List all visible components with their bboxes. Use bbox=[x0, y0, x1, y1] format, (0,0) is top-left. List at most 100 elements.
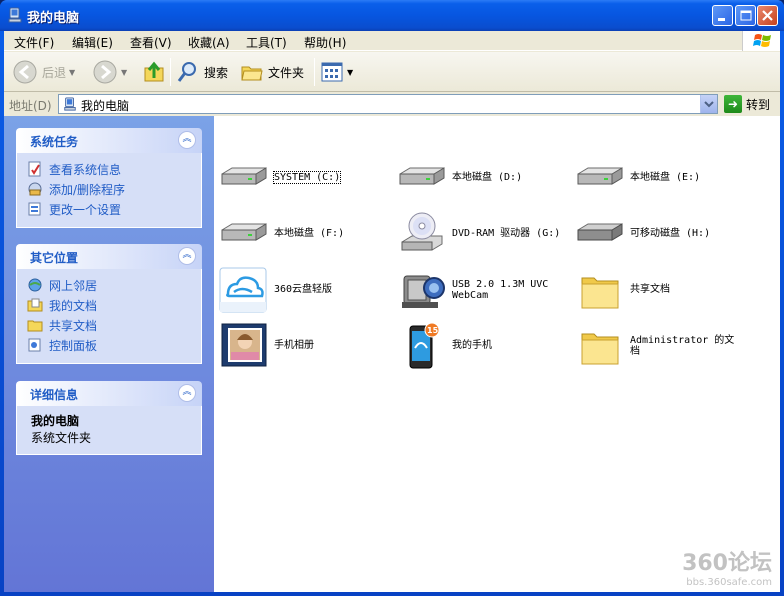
hard-disk-icon bbox=[221, 167, 267, 185]
watermark-url: bbs.360safe.com bbox=[686, 577, 772, 588]
webcam[interactable]: USB 2.0 1.3M UVC WebCam bbox=[396, 266, 574, 316]
place-network[interactable]: 网上邻居 bbox=[27, 275, 201, 295]
cloud-drive-icon bbox=[219, 267, 267, 313]
watermark-title: 360论坛 bbox=[682, 551, 772, 576]
place-control-panel[interactable]: 控制面板 bbox=[27, 335, 201, 355]
search-button[interactable]: 搜索 bbox=[176, 58, 228, 86]
item-label: 手机相册 bbox=[274, 340, 314, 351]
task-label: 控制面板 bbox=[49, 338, 98, 353]
hard-disk-icon bbox=[221, 223, 267, 241]
views-dropdown-icon[interactable]: ▼ bbox=[347, 68, 353, 77]
drive-d[interactable]: 本地磁盘 (D:) bbox=[396, 154, 574, 204]
close-button[interactable] bbox=[757, 5, 778, 26]
menu-view[interactable]: 查看(V) bbox=[126, 33, 176, 52]
task-add-remove-programs[interactable]: 添加/删除程序 bbox=[27, 179, 201, 199]
phone-album[interactable]: 手机相册 bbox=[218, 322, 396, 372]
back-dropdown-icon[interactable]: ▼ bbox=[69, 68, 75, 77]
drive-f[interactable]: 本地磁盘 (F:) bbox=[218, 210, 396, 260]
my-documents-icon bbox=[27, 298, 43, 312]
explorer-window: 我的电脑 文件(F) 编辑(E) 查看(V) 收藏(A) 工具(T) 帮助(H) bbox=[0, 0, 784, 596]
details-panel: 详细信息 ︽ 我的电脑 系统文件夹 bbox=[16, 381, 202, 455]
menu-bar: 文件(F) 编辑(E) 查看(V) 收藏(A) 工具(T) 帮助(H) bbox=[4, 31, 780, 51]
system-tasks-header[interactable]: 系统任务 ︽ bbox=[16, 128, 202, 153]
my-phone[interactable]: 15 我的手机 bbox=[396, 322, 574, 372]
hard-disk-icon bbox=[399, 167, 445, 185]
go-arrow-icon: ➜ bbox=[724, 95, 742, 113]
other-places-header[interactable]: 其它位置 ︽ bbox=[16, 244, 202, 269]
folder-icon bbox=[581, 333, 619, 365]
toolbar-separator bbox=[314, 58, 315, 86]
drive-c[interactable]: SYSTEM (C:) bbox=[218, 154, 396, 204]
removable-disk-icon bbox=[577, 223, 623, 241]
search-icon bbox=[177, 62, 196, 82]
collapse-icon[interactable]: ︽ bbox=[178, 384, 196, 402]
drive-g[interactable]: DVD-RAM 驱动器 (G:) bbox=[396, 210, 574, 260]
back-button[interactable]: 后退 ▼ bbox=[12, 58, 75, 86]
item-label: USB 2.0 1.3M UVC WebCam bbox=[452, 279, 548, 301]
panel-body: 我的电脑 系统文件夹 bbox=[16, 406, 202, 455]
collapse-icon[interactable]: ︽ bbox=[178, 131, 196, 149]
item-label: SYSTEM (C:) bbox=[272, 171, 342, 184]
go-button[interactable]: ➜ 转到 bbox=[724, 94, 770, 114]
forward-button[interactable]: ▼ bbox=[92, 58, 127, 86]
drive-h[interactable]: 可移动磁盘 (H:) bbox=[574, 210, 752, 260]
item-label: DVD-RAM 驱动器 (G:) bbox=[452, 228, 561, 239]
photo-album-icon bbox=[221, 323, 267, 367]
menu-help[interactable]: 帮助(H) bbox=[300, 33, 350, 52]
views-icon bbox=[321, 62, 343, 82]
chevron-down-icon bbox=[704, 101, 714, 108]
phone-icon bbox=[409, 322, 440, 369]
minimize-button[interactable] bbox=[712, 5, 733, 26]
minimize-icon bbox=[718, 18, 725, 21]
menu-tools[interactable]: 工具(T) bbox=[242, 33, 291, 52]
windows-logo bbox=[742, 31, 780, 51]
forward-dropdown-icon[interactable]: ▼ bbox=[121, 68, 127, 77]
folder-up-icon bbox=[144, 61, 164, 82]
menu-edit[interactable]: 编辑(E) bbox=[68, 33, 117, 52]
details-name: 我的电脑 bbox=[31, 414, 80, 428]
webcam-icon bbox=[402, 275, 445, 308]
place-my-documents[interactable]: 我的文档 bbox=[27, 295, 201, 315]
menu-favorites[interactable]: 收藏(A) bbox=[184, 33, 234, 52]
collapse-icon[interactable]: ︽ bbox=[178, 247, 196, 265]
windows-flag-icon bbox=[753, 34, 771, 47]
network-places-icon bbox=[28, 278, 42, 292]
cloud-drive[interactable]: 360云盘轻版 bbox=[218, 266, 396, 316]
folders-icon bbox=[241, 66, 263, 81]
task-label: 查看系统信息 bbox=[49, 162, 122, 177]
folder-icon bbox=[581, 277, 619, 309]
item-label-line2: 档 bbox=[630, 346, 640, 357]
panel-body: 查看系统信息 添加/删除程序 更改一个设置 bbox=[16, 153, 202, 228]
system-info-icon bbox=[28, 161, 41, 177]
phone-badge: 15 bbox=[427, 326, 439, 335]
task-change-setting[interactable]: 更改一个设置 bbox=[27, 199, 201, 219]
item-label: 本地磁盘 (E:) bbox=[630, 172, 701, 183]
address-field[interactable]: 我的电脑 bbox=[58, 94, 718, 114]
maximize-button[interactable] bbox=[735, 5, 756, 26]
up-button[interactable] bbox=[142, 58, 166, 86]
shared-documents[interactable]: 共享文档 bbox=[574, 266, 752, 316]
folders-button[interactable]: 文件夹 bbox=[240, 58, 304, 86]
address-dropdown-button[interactable] bbox=[700, 95, 717, 113]
panel-title: 其它位置 bbox=[30, 251, 79, 265]
address-label: 地址(D) bbox=[9, 99, 52, 113]
menu-file[interactable]: 文件(F) bbox=[10, 33, 58, 52]
drive-e[interactable]: 本地磁盘 (E:) bbox=[574, 154, 752, 204]
search-label: 搜索 bbox=[204, 65, 229, 80]
views-button[interactable]: ▼ bbox=[320, 58, 353, 86]
forum-watermark: 360论坛 bbs.360safe.com bbox=[682, 545, 772, 588]
address-value: 我的电脑 bbox=[81, 99, 130, 113]
item-label: 本地磁盘 (F:) bbox=[274, 228, 345, 239]
file-list-area[interactable]: SYSTEM (C:) 本地磁盘 (D:) 本地磁盘 (E:) 本地磁盘 (F:… bbox=[214, 116, 780, 592]
admin-documents[interactable]: Administrator 的文档 bbox=[574, 322, 752, 372]
add-remove-programs-icon bbox=[28, 182, 42, 196]
details-header[interactable]: 详细信息 ︽ bbox=[16, 381, 202, 406]
details-type: 系统文件夹 bbox=[31, 431, 92, 445]
item-label: 我的手机 bbox=[452, 340, 492, 351]
place-shared-documents[interactable]: 共享文档 bbox=[27, 315, 201, 335]
close-icon bbox=[762, 10, 773, 21]
task-view-system-info[interactable]: 查看系统信息 bbox=[27, 159, 201, 179]
task-pane: 系统任务 ︽ 查看系统信息 添加/删除程序 更改一个设置 其它位置 ︽ 网上邻居… bbox=[4, 116, 214, 592]
title-bar[interactable]: 我的电脑 bbox=[0, 0, 784, 31]
standard-toolbar: 后退 ▼ ▼ 搜索 文件夹 ▼ bbox=[4, 52, 780, 92]
